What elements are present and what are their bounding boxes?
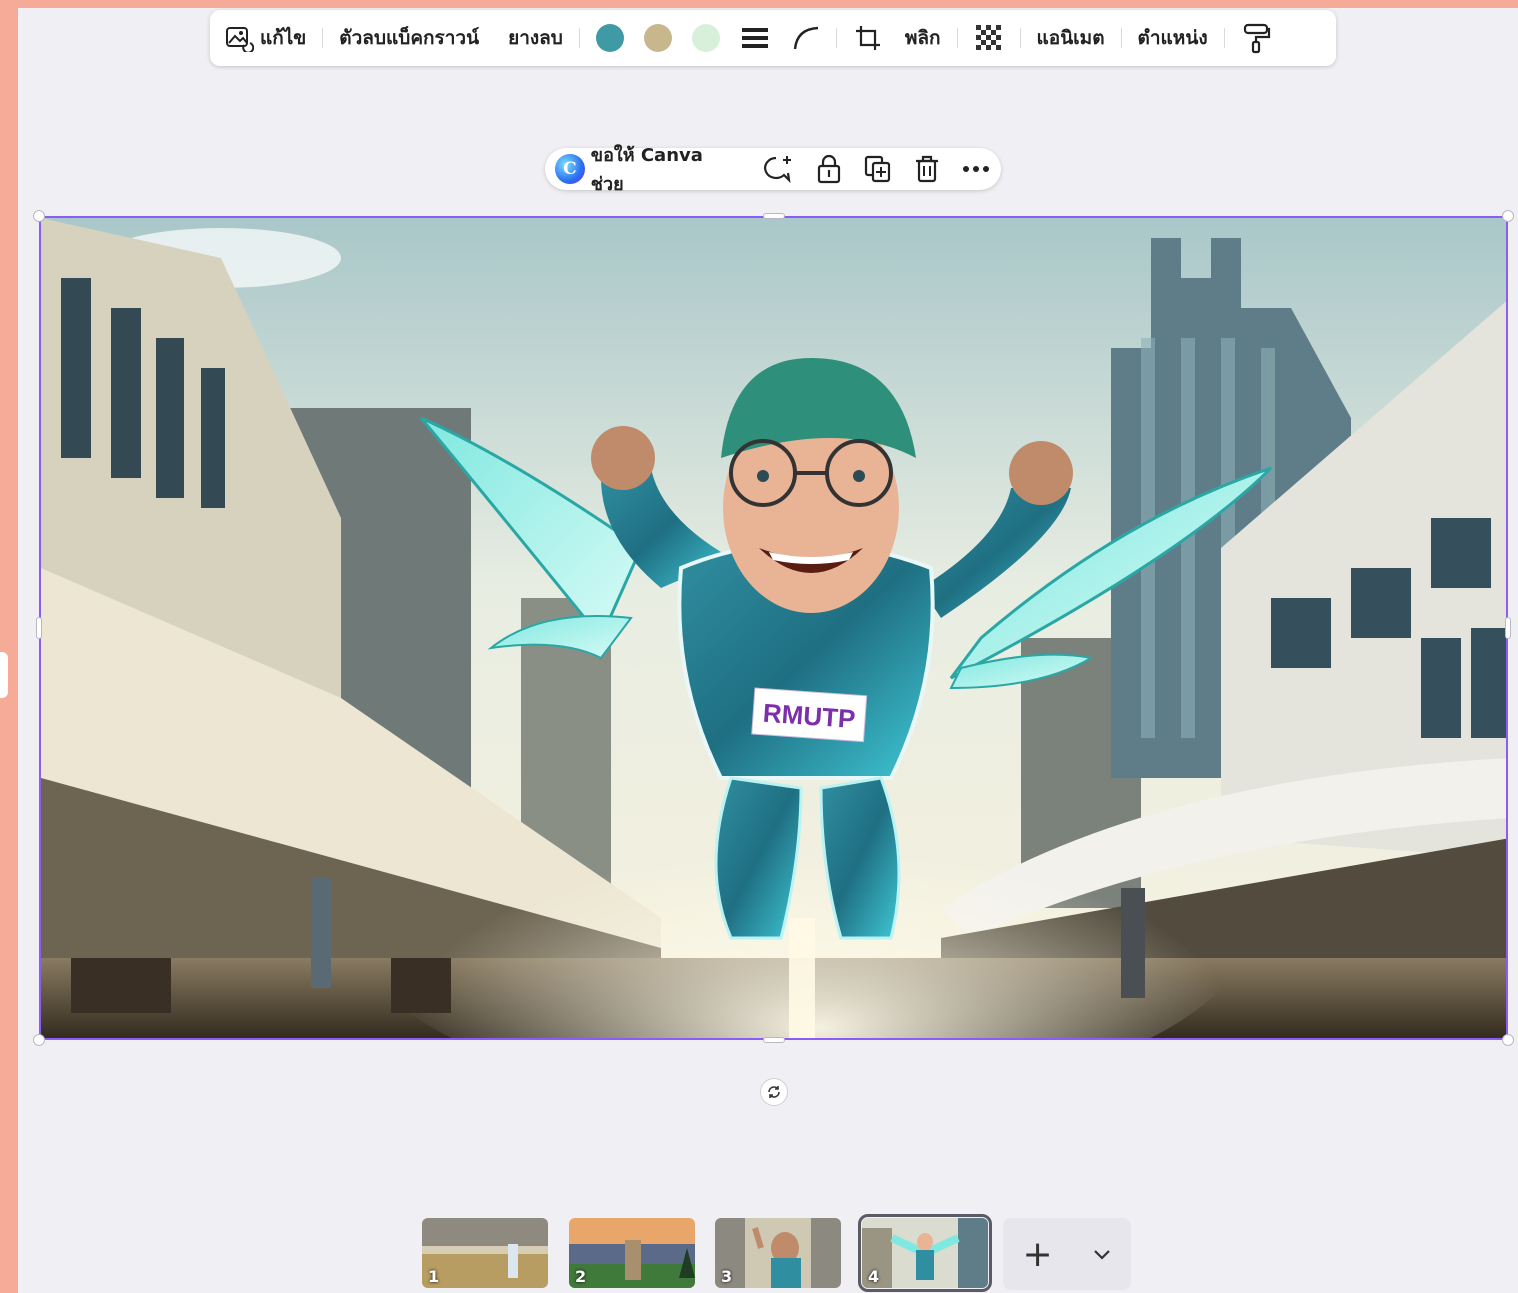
border-style-icon[interactable] xyxy=(740,25,770,51)
eraser-button[interactable]: ยางลบ xyxy=(508,23,563,53)
resize-handle-top-left[interactable] xyxy=(33,210,45,222)
resize-handle-top-right[interactable] xyxy=(1502,210,1514,222)
resize-handle-right[interactable] xyxy=(1505,617,1511,639)
chevron-down-icon[interactable] xyxy=(1092,1248,1112,1260)
ask-canva-label: ขอให้ Canva ช่วย xyxy=(590,145,703,195)
add-page-button[interactable]: + xyxy=(1022,1234,1052,1275)
canva-logo-icon: C xyxy=(555,154,585,184)
resize-handle-bottom-left[interactable] xyxy=(33,1034,45,1046)
resize-handle-bottom[interactable] xyxy=(763,1037,785,1043)
image-toolbar: แก้ไข ตัวลบแบ็คกราวน์ ยางลบ พลิก แอนิเมต… xyxy=(210,10,1336,66)
background-remover-label: ตัวลบแบ็คกราวน์ xyxy=(339,27,480,49)
crop-icon[interactable] xyxy=(853,23,883,53)
divider xyxy=(1223,28,1225,48)
more-options-icon[interactable] xyxy=(961,164,991,174)
trash-icon[interactable] xyxy=(913,154,941,184)
resize-handle-bottom-right[interactable] xyxy=(1502,1034,1514,1046)
paint-roller-icon[interactable] xyxy=(1241,22,1271,54)
rotate-button[interactable] xyxy=(760,1078,788,1106)
lock-icon[interactable] xyxy=(815,154,843,184)
edit-button[interactable]: แก้ไข xyxy=(224,23,306,53)
page-thumbnail-2[interactable]: 2 xyxy=(569,1218,695,1288)
divider xyxy=(1120,28,1122,48)
animate-label: แอนิเมต xyxy=(1036,27,1105,49)
add-page-control: + xyxy=(1003,1218,1131,1290)
divider xyxy=(322,28,324,48)
divider xyxy=(578,28,580,48)
color-swatch-mint[interactable] xyxy=(691,24,720,52)
page-thumbnail-4-current[interactable]: 4 xyxy=(858,1214,992,1292)
animate-button[interactable]: แอนิเมต xyxy=(1037,23,1105,53)
page-number: 3 xyxy=(721,1267,733,1286)
divider xyxy=(1019,28,1021,48)
element-context-menu: C ขอให้ Canva ช่วย xyxy=(545,145,1001,195)
page-number: 2 xyxy=(575,1267,587,1286)
corner-rounding-icon[interactable] xyxy=(792,25,820,51)
comment-add-icon[interactable] xyxy=(761,154,795,184)
color-swatch-teal[interactable] xyxy=(595,24,624,52)
image-edit-icon xyxy=(224,24,254,52)
page-number: 1 xyxy=(428,1267,440,1286)
eraser-label: ยางลบ xyxy=(508,27,563,49)
duplicate-icon[interactable] xyxy=(863,154,893,184)
flip-label: พลิก xyxy=(904,27,941,49)
page-thumbnail-1[interactable]: 1 xyxy=(422,1218,548,1288)
position-button[interactable]: ตำแหน่ง xyxy=(1138,23,1208,53)
rotate-icon xyxy=(766,1084,782,1100)
ask-canva-button[interactable]: C ขอให้ Canva ช่วย xyxy=(555,140,741,198)
divider xyxy=(956,28,958,48)
resize-handle-top[interactable] xyxy=(763,213,785,219)
resize-handle-left[interactable] xyxy=(36,617,42,639)
transparency-icon[interactable] xyxy=(974,23,1004,53)
selected-image[interactable]: RMUTP xyxy=(39,216,1508,1040)
edit-label: แก้ไข xyxy=(260,27,307,49)
side-panel-toggle[interactable] xyxy=(0,652,8,698)
divider xyxy=(835,28,837,48)
position-label: ตำแหน่ง xyxy=(1137,27,1208,49)
page-thumbnail-3[interactable]: 3 xyxy=(715,1218,841,1288)
color-swatch-beige[interactable] xyxy=(643,24,672,52)
flip-button[interactable]: พลิก xyxy=(905,23,941,53)
background-remover-button[interactable]: ตัวลบแบ็คกราวน์ xyxy=(339,23,479,53)
page-number: 4 xyxy=(868,1267,880,1286)
